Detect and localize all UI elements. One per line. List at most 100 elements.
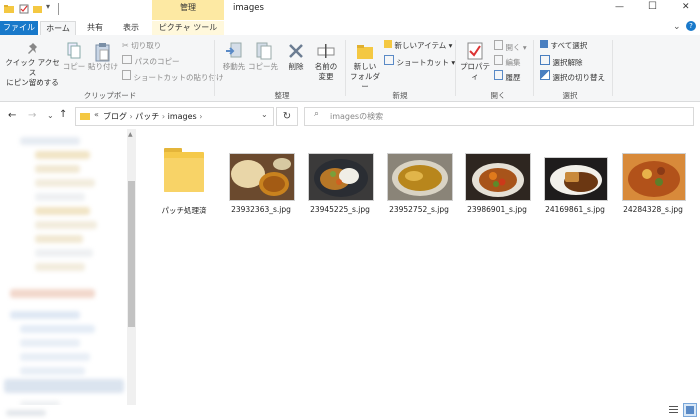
minimize-button[interactable]: — [615,2,624,12]
nav-item[interactable] [35,193,85,201]
scroll-up-icon[interactable]: ▲ [128,131,133,138]
delete-button[interactable]: 削除 [284,42,308,72]
breadcrumb-item[interactable]: images [168,112,197,121]
recent-locations-icon[interactable]: ⌄ [47,111,54,120]
edit-button[interactable]: 編集 [494,55,521,68]
cut-button[interactable]: ✂ 切り取り [122,40,161,51]
open-button[interactable]: 開く ▾ [494,40,527,53]
breadcrumb-separator-icon: › [199,112,203,121]
folder-address-icon [80,112,90,120]
nav-item[interactable] [35,249,93,257]
tab-picture-tools[interactable]: ピクチャ ツール [152,21,224,35]
nav-item[interactable] [35,151,90,159]
nav-item[interactable] [35,235,83,243]
nav-item[interactable] [20,339,80,347]
katsu-curry-photo-icon[interactable] [544,157,608,201]
select-all-label: すべて選択 [550,41,588,50]
tab-view[interactable]: 表示 [114,21,148,35]
history-label: 履歴 [505,73,521,82]
ribbon-expand-icon[interactable]: ⌄ [673,22,681,32]
large-icons-view-icon[interactable] [683,403,697,417]
cut-label: 切り取り [131,41,162,50]
status-bar [0,405,700,419]
nav-item[interactable] [20,367,85,375]
tab-share[interactable]: 共有 [80,21,110,35]
quick-access-dropdown-icon[interactable]: ▾ [46,2,50,11]
curry-plate-photo-icon[interactable] [308,153,374,201]
clipboard-group-label: クリップボード [83,91,137,100]
maximize-button[interactable]: ☐ [648,1,657,12]
new-folder-quick-icon[interactable] [33,4,43,14]
properties-button[interactable]: プロパティ [458,42,492,82]
help-icon[interactable]: ? [686,21,696,31]
easy-access-button[interactable]: ショートカット ▾ [384,55,455,68]
tab-file[interactable]: ファイル [0,21,38,35]
shortcut-label: ショートカット ▾ [396,58,456,67]
copy-path-button[interactable]: パスのコピー [122,55,180,67]
invert-selection-button[interactable]: 選択の切り替え [540,70,605,83]
file-name[interactable]: 23952752_s.jpg [384,205,454,214]
properties-quick-icon[interactable] [19,4,29,14]
file-name[interactable]: パッチ処理済 [149,205,219,216]
nav-item[interactable] [10,311,80,319]
copy-path-label: パスのコピー [134,57,180,66]
soup-curry-photo-icon[interactable] [622,153,686,201]
copy-icon [62,42,86,62]
pin-label-line2: にピン留めする [6,78,59,87]
select-none-button[interactable]: 選択解除 [540,55,583,68]
folder-app-icon [4,4,14,14]
rename-button[interactable]: 名前の 変更 [312,42,340,82]
nav-item[interactable] [35,263,85,271]
nav-item[interactable] [35,165,80,173]
nav-item[interactable] [10,289,95,298]
vegetable-curry-photo-icon[interactable] [465,153,531,201]
pin-label-line1: クイック アクセス [5,58,60,77]
properties-icon [458,42,492,62]
nav-scrollbar-thumb[interactable] [128,181,135,327]
invert-selection-icon [540,70,550,80]
naan-curry-photo-icon[interactable] [229,153,295,201]
nav-item[interactable] [35,207,90,215]
pin-quick-access-button[interactable]: クイック アクセス にピン留めする [5,42,60,88]
nav-item[interactable] [20,137,80,145]
window-title: images [233,3,264,13]
refresh-button[interactable]: ↻ [276,107,298,126]
details-view-icon[interactable] [668,404,679,415]
nav-item[interactable] [35,179,95,187]
folder-icon[interactable] [160,142,208,194]
close-button[interactable]: ✕ [682,2,690,12]
move-to-button[interactable]: 移動先 [220,42,248,72]
tab-home[interactable]: ホーム [40,21,76,36]
nav-item-selected[interactable] [4,379,124,393]
paste-button[interactable]: 貼り付け [88,42,118,72]
forward-button[interactable]: → [28,110,36,121]
history-button[interactable]: 履歴 [494,70,521,83]
breadcrumb-item[interactable]: ブログ [103,112,127,121]
new-item-icon [384,40,392,48]
nav-item[interactable] [35,221,97,229]
open-group-label: 開く [490,91,506,100]
file-name[interactable]: 24284328_s.jpg [617,205,689,214]
search-placeholder[interactable]: imagesの検索 [330,111,383,122]
copy-to-button[interactable]: コピー先 [248,42,278,72]
file-name[interactable]: 23986901_s.jpg [462,205,532,214]
file-name[interactable]: 23932363_s.jpg [226,205,296,214]
nav-item[interactable] [20,325,95,333]
title-bar [0,0,700,20]
paste-shortcut-button[interactable]: ショートカットの貼り付け [122,70,224,83]
curry-bowl-photo-icon[interactable] [387,153,453,201]
nav-item[interactable] [20,353,90,361]
new-folder-button[interactable]: 新しい フォルダー [348,42,382,92]
organize-group-label: 整理 [274,91,290,100]
address-dropdown-icon[interactable]: ⌄ [261,110,268,119]
new-item-button[interactable]: 新しいアイテム ▾ [384,40,452,51]
navigation-pane[interactable] [0,129,127,414]
breadcrumb-item[interactable]: パッチ [135,112,159,121]
breadcrumb-overflow[interactable]: « [94,110,99,119]
file-name[interactable]: 24169861_s.jpg [540,205,610,214]
select-all-button[interactable]: すべて選択 [540,40,587,51]
file-name[interactable]: 23945225_s.jpg [305,205,375,214]
up-button[interactable]: ↑ [59,109,67,120]
back-button[interactable]: ← [8,110,16,121]
copy-button[interactable]: コピー [62,42,86,72]
